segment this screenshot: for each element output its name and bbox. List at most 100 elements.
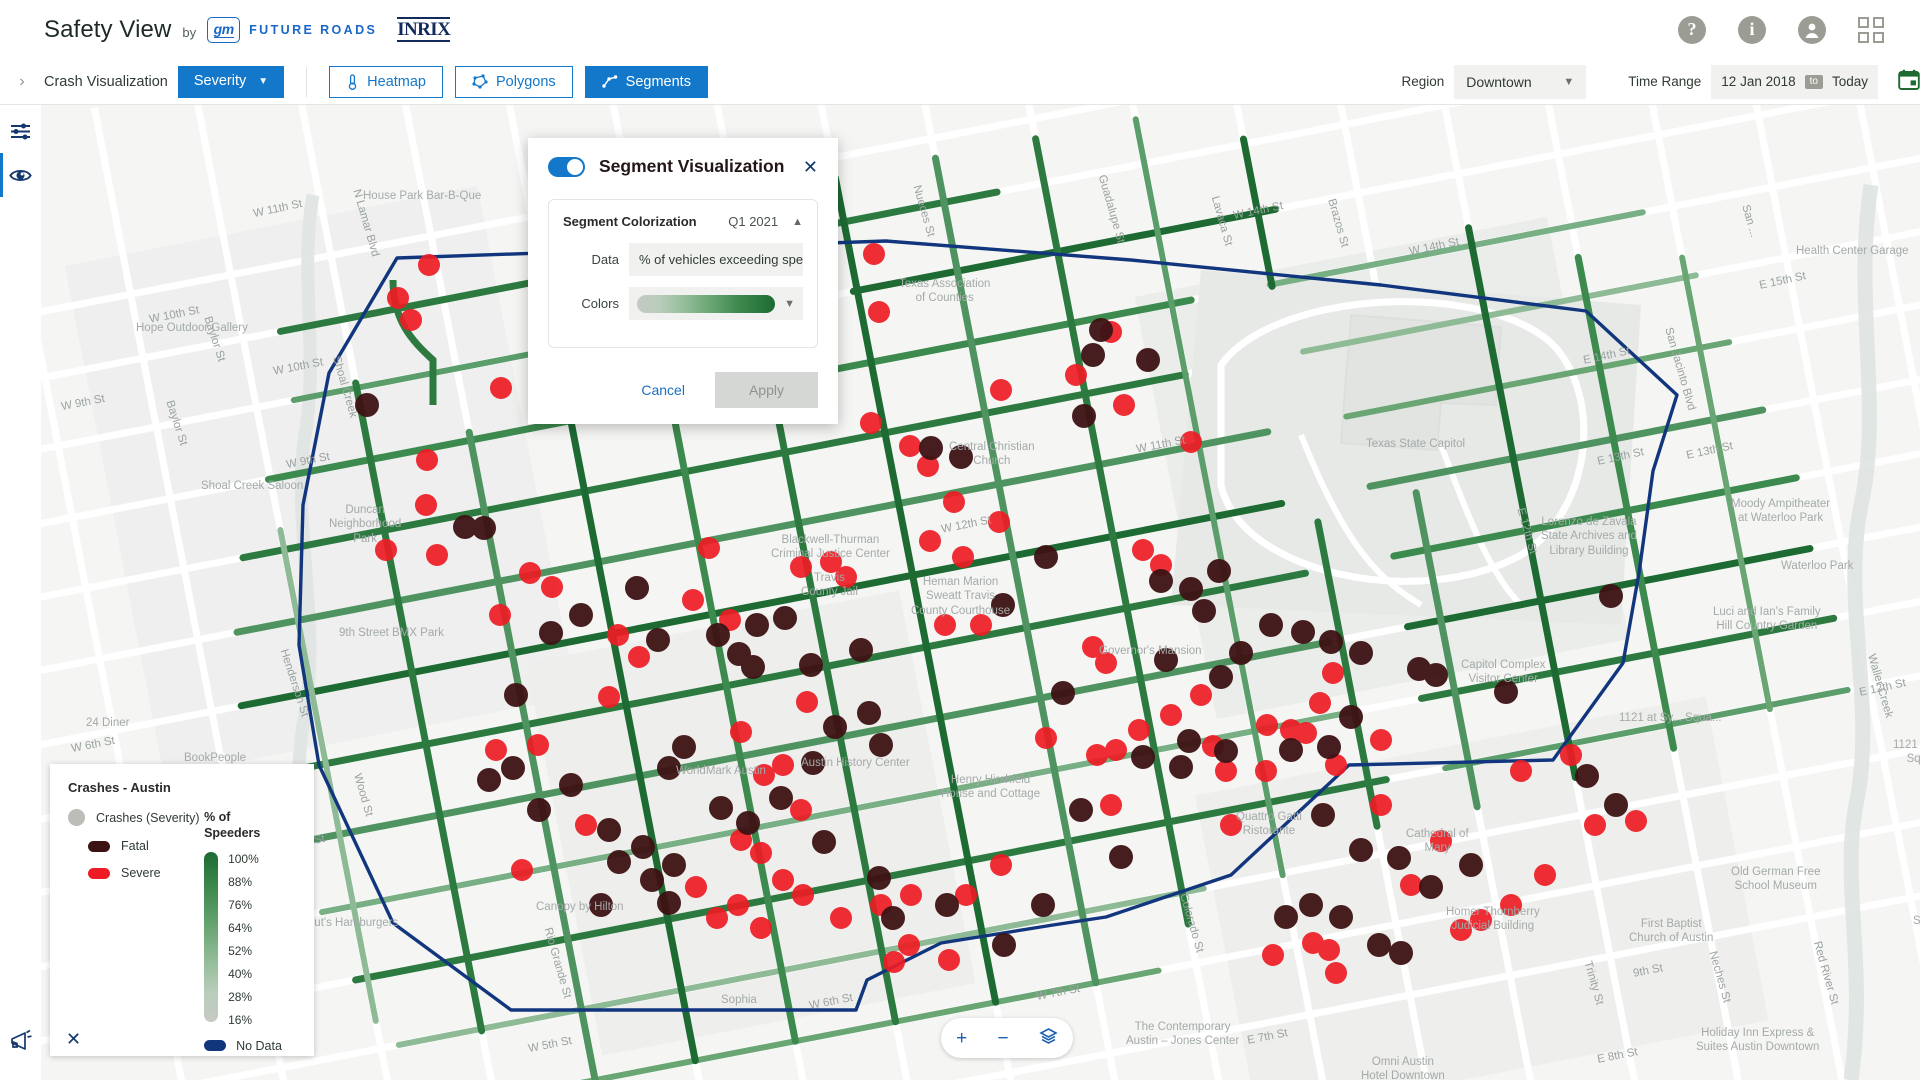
region-label: Region <box>1401 74 1445 89</box>
legend-columns: Crashes (Severity) Fatal Severe % of Spe… <box>68 809 296 1053</box>
no-data-swatch-icon <box>204 1040 227 1051</box>
inrix-logo: INRIX <box>397 16 451 43</box>
layers-icon <box>1039 1028 1058 1044</box>
grid-cell <box>1873 31 1884 43</box>
header-icon-group: ? i <box>1678 15 1884 44</box>
close-icon[interactable]: ✕ <box>803 158 818 176</box>
main-toolbar: › Crash Visualization Severity ▼ Heatmap… <box>0 59 1920 105</box>
data-field-row: Data % of vehicles exceeding spe... ▼ <box>563 243 803 276</box>
color-ramp-preview-icon <box>637 294 776 313</box>
sliders-icon <box>11 123 30 139</box>
layers-button[interactable] <box>1039 1027 1058 1049</box>
toolbar-divider <box>306 66 308 97</box>
legend-color-ramp-group: 100% 88% 76% 64% 52% 40% 28% 16% <box>204 851 296 1026</box>
legend-row-no-data: No Data <box>204 1039 296 1053</box>
legend-fatal-label: Fatal <box>121 839 149 853</box>
legend-speeders-column: % of Speeders 100% 88% 76% 64% 52% 40% 2… <box>204 809 296 1053</box>
expand-panel-chevron-icon[interactable]: › <box>0 73 44 91</box>
legend-panel: Crashes - Austin Crashes (Severity) Fata… <box>50 764 314 1056</box>
time-range-field[interactable]: 12 Jan 2018 to Today <box>1711 64 1878 99</box>
date-end-value: Today <box>1831 74 1868 89</box>
segments-label: Segments <box>625 73 691 90</box>
grid-cell <box>1873 16 1884 28</box>
color-ramp-ticks: 100% 88% 76% 64% 52% 40% 28% 16% <box>228 852 259 1026</box>
legend-close-button[interactable]: ✕ <box>66 1030 81 1048</box>
chevron-up-icon[interactable]: ▲ <box>792 216 803 228</box>
quarter-value: Q1 2021 <box>728 214 779 229</box>
legend-crashes-label: Crashes (Severity) <box>96 810 200 825</box>
polygons-label: Polygons <box>496 73 556 90</box>
region-value: Downtown <box>1466 73 1532 90</box>
legend-speeders-title: % of Speeders <box>204 809 296 842</box>
legend-row-crashes: Crashes (Severity) <box>68 809 204 826</box>
info-icon[interactable]: i <box>1738 15 1766 44</box>
data-select-value: % of vehicles exceeding spe... <box>639 252 803 267</box>
crash-visualization-label: Crash Visualization <box>44 73 168 90</box>
colors-select[interactable]: ▼ <box>629 287 803 320</box>
ramp-tick: 76% <box>228 897 253 912</box>
heatmap-button[interactable]: Heatmap <box>329 65 443 98</box>
severe-swatch-icon <box>88 867 110 879</box>
calendar-icon[interactable] <box>1898 69 1920 95</box>
date-to-chip: to <box>1804 74 1823 89</box>
future-roads-logo: FUTURE ROADS <box>249 22 378 37</box>
rail-filters-button[interactable] <box>0 109 41 153</box>
zoom-out-button[interactable]: − <box>997 1029 1008 1048</box>
zoom-in-button[interactable]: + <box>956 1029 967 1048</box>
ramp-tick: 40% <box>228 966 253 981</box>
severity-label: Severity <box>193 73 247 89</box>
left-rail <box>0 105 41 1080</box>
ramp-tick: 88% <box>228 874 253 889</box>
segment-colorization-card: Segment Colorization Q1 2021 ▲ Data % of… <box>548 199 818 348</box>
speeders-title-line1: % of <box>204 810 231 824</box>
help-icon[interactable]: ? <box>1678 15 1706 44</box>
segment-visualization-toggle[interactable] <box>548 156 585 177</box>
modal-title: Segment Visualization <box>599 156 785 176</box>
rail-announcement-button[interactable] <box>0 1018 41 1062</box>
app-title: Safety View <box>44 15 172 43</box>
severity-dropdown-button[interactable]: Severity ▼ <box>177 65 285 98</box>
apply-button[interactable]: Apply <box>714 372 818 408</box>
segment-colorization-title: Segment Colorization <box>563 214 697 229</box>
apps-grid-icon[interactable] <box>1858 16 1884 43</box>
colors-field-row: Colors ▼ <box>563 287 803 320</box>
megaphone-icon <box>10 1029 32 1050</box>
legend-severe-label: Severe <box>121 866 161 880</box>
time-range-label: Time Range <box>1628 74 1702 89</box>
chevron-down-icon: ▼ <box>258 75 269 87</box>
legend-row-fatal: Fatal <box>88 839 204 853</box>
chevron-down-icon: ▼ <box>784 297 795 310</box>
ramp-tick: 28% <box>228 989 253 1004</box>
region-select[interactable]: Downtown ▼ <box>1454 64 1587 99</box>
gm-logo: gm <box>207 16 241 43</box>
legend-severity-column: Crashes (Severity) Fatal Severe <box>68 809 204 1053</box>
chevron-down-icon: ▼ <box>1563 75 1575 88</box>
cancel-button[interactable]: Cancel <box>623 373 703 407</box>
date-start-value: 12 Jan 2018 <box>1721 74 1796 89</box>
legend-row-severe: Severe <box>88 866 204 880</box>
data-field-label: Data <box>591 252 619 267</box>
legend-no-data-label: No Data <box>236 1038 282 1053</box>
card-header: Segment Colorization Q1 2021 ▲ <box>563 214 803 229</box>
fatal-swatch-icon <box>88 840 110 852</box>
grid-cell <box>1858 16 1869 28</box>
ramp-tick: 52% <box>228 943 253 958</box>
segment-visualization-modal: Segment Visualization ✕ Segment Coloriza… <box>528 138 838 424</box>
heatmap-label: Heatmap <box>367 73 426 90</box>
modal-header: Segment Visualization ✕ <box>548 156 818 177</box>
data-select[interactable]: % of vehicles exceeding spe... ▼ <box>629 243 803 276</box>
modal-actions: Cancel Apply <box>548 372 818 408</box>
grid-cell <box>1858 31 1869 43</box>
segments-button[interactable]: Segments <box>584 65 708 98</box>
speeders-title-line2: Speeders <box>204 826 261 841</box>
gm-logo-text: gm <box>213 20 234 38</box>
map-vector-layer <box>41 105 1920 1080</box>
eye-icon <box>9 169 32 181</box>
account-icon[interactable] <box>1798 15 1826 44</box>
app-header: Safety View by gm FUTURE ROADS INRIX ? i <box>0 0 1920 59</box>
map-canvas[interactable]: Hope Outdoor Gallery House Park Bar-B-Qu… <box>41 105 1920 1080</box>
map-controls: + − <box>941 1018 1073 1058</box>
color-ramp-icon <box>204 851 219 1022</box>
rail-visibility-button[interactable] <box>0 153 41 197</box>
polygons-button[interactable]: Polygons <box>455 65 573 98</box>
